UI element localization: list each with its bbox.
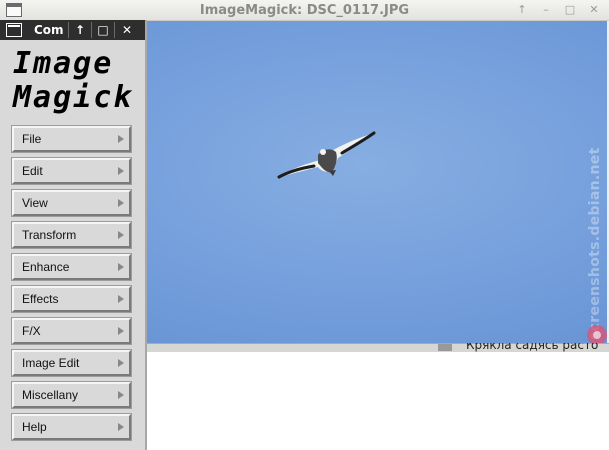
close-icon[interactable]: ✕ — [586, 2, 602, 18]
logo-line-2: Magick — [13, 80, 134, 115]
submenu-arrow-icon — [118, 135, 124, 143]
submenu-arrow-icon — [118, 423, 124, 431]
watermark-logo-icon — [587, 325, 607, 345]
commands-raise-icon[interactable]: ↑ — [71, 22, 89, 38]
submenu-arrow-icon — [118, 359, 124, 367]
submenu-arrow-icon — [118, 263, 124, 271]
commands-maximize-icon[interactable]: □ — [94, 22, 112, 38]
logo-line-1: Image — [13, 46, 114, 81]
commands-window: Com ↑ □ ✕ Image Magick File Edit View Tr… — [0, 20, 147, 450]
menu-button-image-edit[interactable]: Image Edit — [11, 349, 132, 377]
commands-titlebar[interactable]: Com ↑ □ ✕ — [0, 20, 145, 40]
commands-close-icon[interactable]: ✕ — [118, 22, 136, 38]
menu-label: Miscellany — [22, 388, 79, 402]
image-window-titlebar[interactable]: ImageMagick: DSC_0117.JPG ↑ – □ ✕ — [0, 0, 609, 21]
raise-icon[interactable]: ↑ — [514, 2, 530, 18]
submenu-arrow-icon — [118, 295, 124, 303]
minimize-icon[interactable]: – — [538, 2, 554, 18]
menu-button-file[interactable]: File — [11, 125, 132, 153]
commands-title: Com — [34, 23, 64, 37]
menu-button-transform[interactable]: Transform — [11, 221, 132, 249]
titlebar-separator — [114, 22, 115, 38]
menu-label: View — [22, 196, 48, 210]
watermark-text: screenshots.debian.net — [587, 147, 603, 340]
menu-label: File — [22, 132, 42, 146]
menu-button-fx[interactable]: F/X — [11, 317, 132, 345]
menu-label: Edit — [22, 164, 43, 178]
background-terminal-text: Крякла садясь расто — [466, 343, 599, 352]
titlebar-separator — [68, 22, 69, 38]
commands-window-menu-icon[interactable] — [6, 23, 22, 37]
menu-label: Effects — [22, 292, 59, 306]
submenu-arrow-icon — [118, 167, 124, 175]
menu-button-view[interactable]: View — [11, 189, 132, 217]
menu-button-miscellany[interactable]: Miscellany — [11, 381, 132, 409]
menu-label: Enhance — [22, 260, 70, 274]
menu-label: Transform — [22, 228, 77, 242]
background-scroll-icon — [438, 344, 452, 351]
menu-button-edit[interactable]: Edit — [11, 157, 132, 185]
menu-label: Image Edit — [22, 356, 80, 370]
menu-button-enhance[interactable]: Enhance — [11, 253, 132, 281]
submenu-arrow-icon — [118, 327, 124, 335]
submenu-arrow-icon — [118, 231, 124, 239]
imagemagick-logo: Image Magick — [7, 44, 133, 136]
menu-label: Help — [22, 420, 47, 434]
maximize-icon[interactable]: □ — [562, 2, 578, 18]
seagull-icon — [277, 131, 376, 179]
menu-label: F/X — [22, 324, 41, 338]
menu-button-help[interactable]: Help — [11, 413, 132, 441]
titlebar-separator — [91, 22, 92, 38]
submenu-arrow-icon — [118, 199, 124, 207]
menu-button-effects[interactable]: Effects — [11, 285, 132, 313]
submenu-arrow-icon — [118, 391, 124, 399]
